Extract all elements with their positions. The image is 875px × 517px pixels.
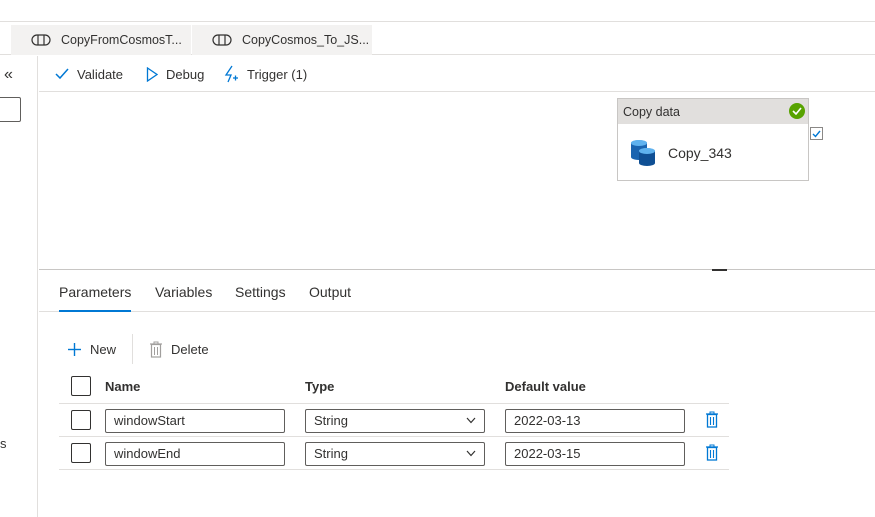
table-header-row: Name Type Default value <box>59 368 729 404</box>
parameter-name-input[interactable]: windowStart <box>105 409 285 433</box>
tab-output[interactable]: Output <box>309 271 351 312</box>
pipeline-icon <box>212 34 232 46</box>
activity-type-label: Copy data <box>623 104 680 119</box>
type-value: String <box>314 446 348 461</box>
copy-activity-node[interactable]: Copy data Copy_343 <box>617 98 809 181</box>
debug-button[interactable]: Debug <box>146 56 204 92</box>
validate-label: Validate <box>77 66 124 82</box>
tab-label: Output <box>309 283 352 300</box>
trash-icon[interactable] <box>705 444 719 461</box>
row-checkbox[interactable] <box>71 410 91 430</box>
pipeline-canvas[interactable]: Copy data Copy_343 <box>39 92 875 271</box>
trash-icon <box>150 341 163 358</box>
chevron-down-icon <box>466 450 476 457</box>
type-value: String <box>314 413 348 428</box>
parameters-command-bar: New Delete <box>59 334 209 364</box>
select-all-checkbox[interactable] <box>71 376 91 396</box>
parameter-default-input[interactable]: 2022-03-13 <box>505 409 685 433</box>
play-icon <box>146 66 158 82</box>
chevron-down-icon <box>466 417 476 424</box>
activity-name: Copy_343 <box>668 144 732 161</box>
top-strip <box>0 0 875 22</box>
trigger-button[interactable]: Trigger (1) <box>224 56 307 92</box>
database-copy-icon <box>631 139 655 166</box>
rail-search-input[interactable] <box>0 97 21 122</box>
validate-button[interactable]: Validate <box>55 56 123 92</box>
tab-label: Parameters <box>59 283 132 300</box>
table-row: windowEnd String 2022-03-15 <box>59 437 729 470</box>
command-divider <box>132 334 134 364</box>
success-status-icon <box>789 103 805 119</box>
tab-parameters[interactable]: Parameters <box>59 271 132 312</box>
column-header-type: Type <box>305 379 335 394</box>
tab-label: Settings <box>235 283 286 300</box>
column-header-default: Default value <box>505 379 586 394</box>
pipeline-icon <box>31 34 51 46</box>
parameter-type-select[interactable]: String <box>305 409 485 433</box>
parameters-table: Name Type Default value windowStart Stri… <box>59 368 729 470</box>
pipeline-toolbar: Validate Debug Trigger (1) <box>39 56 875 92</box>
collapse-panel-button[interactable]: « <box>4 66 20 84</box>
debug-label: Debug <box>166 66 205 82</box>
tab-label: CopyFromCosmosT... <box>61 33 182 47</box>
delete-parameter-button[interactable]: Delete <box>149 334 209 364</box>
tab-label: Variables <box>155 283 213 300</box>
new-parameter-button[interactable]: New <box>67 334 116 364</box>
pipeline-tab-bar: CopyFromCosmosT... CopyCosmos_To_JS... <box>0 23 875 55</box>
plus-icon <box>68 342 81 356</box>
delete-label: Delete <box>171 341 209 357</box>
parameter-name-input[interactable]: windowEnd <box>105 442 285 466</box>
trash-icon[interactable] <box>705 411 719 428</box>
table-row: windowStart String 2022-03-13 <box>59 404 729 437</box>
activity-header: Copy data <box>618 99 808 124</box>
parameter-type-select[interactable]: String <box>305 442 485 466</box>
row-checkbox[interactable] <box>71 443 91 463</box>
new-label: New <box>90 341 117 357</box>
left-rail: « s <box>0 56 38 517</box>
column-header-name: Name <box>105 379 141 394</box>
tab-pipeline-1[interactable]: CopyFromCosmosT... <box>11 25 191 55</box>
activity-select-checkbox[interactable] <box>810 127 823 140</box>
tab-pipeline-2[interactable]: CopyCosmos_To_JS... <box>192 25 372 55</box>
tab-settings[interactable]: Settings <box>235 271 286 312</box>
tab-label: CopyCosmos_To_JS... <box>242 33 370 47</box>
lightning-icon <box>224 65 238 83</box>
activity-body: Copy_343 <box>618 124 808 181</box>
trigger-label: Trigger (1) <box>247 66 308 82</box>
checkmark-icon <box>55 68 69 80</box>
parameter-default-input[interactable]: 2022-03-15 <box>505 442 685 466</box>
rail-clipped-text: s <box>0 436 7 451</box>
tab-variables[interactable]: Variables <box>155 271 212 312</box>
properties-panel-tabs: Parameters Variables Settings Output <box>39 271 875 312</box>
